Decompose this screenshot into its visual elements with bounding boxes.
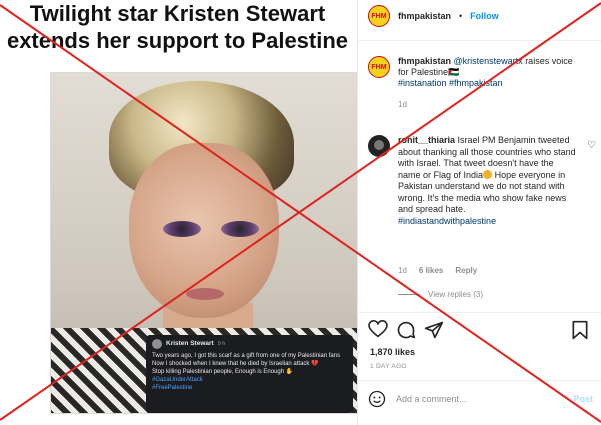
tweet-text-3: Stop killing Palestinian people, Enough … — [152, 369, 294, 375]
actions-divider — [358, 312, 601, 313]
caption-mention[interactable]: @kristenstewartx — [454, 56, 523, 66]
action-bar — [368, 320, 593, 342]
photo-lips — [186, 288, 224, 300]
header-separator: • — [459, 11, 463, 21]
caption-hashtags[interactable]: #instanation #fhmpakistan — [398, 78, 503, 88]
photo-eye-right — [221, 221, 259, 237]
likes-count[interactable]: 1,870 likes — [370, 347, 415, 357]
tweet-text-2: Now I shocked when I knew that he died b… — [152, 361, 319, 367]
post-image[interactable]: Kristen Stewart 9 h Two years ago, I got… — [50, 72, 358, 414]
header-username[interactable]: fhmpakistan — [398, 11, 451, 21]
photo-eye-left — [163, 221, 201, 237]
caption-time: 1d — [398, 100, 407, 109]
fhm-logo[interactable]: FHM — [368, 5, 390, 27]
headline: Twilight star Kristen Stewart extends he… — [0, 0, 355, 54]
follow-button[interactable]: Follow — [470, 11, 499, 21]
emoji-icon[interactable] — [368, 390, 386, 408]
post-caption: FHM fhmpakistan @kristenstewartx raises … — [368, 56, 593, 110]
comment-icon[interactable] — [396, 320, 416, 340]
worried-face-emoji-icon — [483, 169, 493, 179]
comment-like-heart-icon[interactable]: ♡ — [587, 140, 596, 151]
headline-line-1: Twilight star Kristen Stewart — [29, 1, 326, 26]
post-header: FHM fhmpakistan • Follow — [368, 5, 499, 27]
tweet-header: Kristen Stewart 9 h — [152, 339, 347, 349]
post-date: 1 DAY AGO — [370, 363, 407, 370]
headline-line-2: extends her support to Palestine — [6, 28, 349, 53]
tweet-author: Kristen Stewart — [166, 340, 214, 347]
tweet-card: Kristen Stewart 9 h Two years ago, I got… — [146, 335, 353, 413]
bookmark-icon[interactable] — [571, 320, 589, 340]
view-replies[interactable]: View replies (3) — [398, 290, 483, 299]
instagram-sidebar: FHM fhmpakistan • Follow FHM fhmpakistan… — [357, 0, 601, 425]
caption-avatar[interactable]: FHM — [368, 56, 390, 78]
share-icon[interactable] — [424, 320, 444, 340]
heart-icon[interactable] — [368, 320, 388, 338]
view-replies-line — [398, 294, 420, 295]
header-divider — [358, 40, 601, 41]
add-comment-bar: Add a comment... Post — [368, 390, 593, 408]
view-replies-label[interactable]: View replies (3) — [428, 290, 483, 299]
comment: rohit__thiaria Israel PM Benjamin tweete… — [368, 135, 596, 227]
add-comment-input[interactable]: Add a comment... — [396, 394, 563, 404]
comment-divider — [358, 380, 601, 381]
tweet-avatar — [152, 339, 162, 349]
tweet-hashtag-2: #FreePalestine — [152, 385, 193, 391]
comment-time: 1d — [398, 266, 407, 275]
tweet-hashtag-1: #GazaUnderAttack — [152, 377, 203, 383]
tweet-text-1: Two years ago, I got this scarf as a gif… — [152, 353, 341, 359]
comment-likes[interactable]: 6 likes — [419, 266, 443, 275]
caption-username[interactable]: fhmpakistan — [398, 56, 451, 66]
reply-button[interactable]: Reply — [455, 266, 477, 275]
comment-meta: 1d 6 likes Reply — [398, 266, 477, 275]
tweet-time: 9 h — [217, 341, 226, 347]
comment-username[interactable]: rohit__thiaria — [398, 135, 455, 145]
comment-hashtag[interactable]: #indiastandwithpalestine — [398, 216, 496, 226]
commenter-avatar[interactable] — [368, 135, 390, 157]
post-comment-button[interactable]: Post — [573, 394, 593, 404]
